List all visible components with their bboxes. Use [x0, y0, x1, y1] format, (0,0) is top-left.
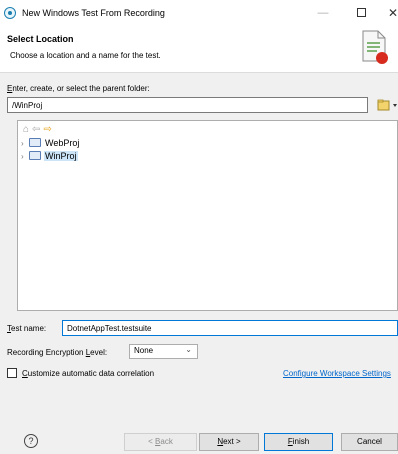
- back-button[interactable]: < Back: [124, 433, 197, 451]
- configure-workspace-settings-link[interactable]: Configure Workspace Settings: [283, 369, 391, 378]
- tree-node-label: WinProj: [44, 151, 78, 161]
- expand-chevron-icon[interactable]: ›: [21, 150, 29, 163]
- encryption-label-pre: Recording Encryption: [7, 348, 86, 357]
- tree-node-winproj[interactable]: › WinProj: [21, 150, 78, 163]
- parent-folder-input[interactable]: [7, 97, 368, 113]
- home-icon[interactable]: ⌂: [23, 124, 29, 136]
- maximize-icon: [356, 8, 366, 17]
- next-button[interactable]: Next >: [199, 433, 259, 451]
- back-button-label: ack: [160, 437, 173, 446]
- encryption-selected-value: None: [134, 346, 154, 355]
- customize-correlation-label[interactable]: Customize automatic data correlation: [22, 369, 154, 378]
- expand-chevron-icon[interactable]: ›: [21, 137, 29, 150]
- back-arrow-icon[interactable]: ⇦: [32, 124, 40, 136]
- tree-node-label: WebProj: [45, 138, 80, 148]
- encryption-level-label: Recording Encryption Level:: [7, 348, 107, 357]
- encryption-label-post: evel:: [90, 348, 108, 357]
- forward-arrow-icon[interactable]: ⇨: [43, 124, 51, 136]
- parent-folder-label: Enter, create, or select the parent fold…: [7, 84, 150, 93]
- chevron-down-icon: ⌄: [185, 345, 192, 354]
- window-title: New Windows Test From Recording: [22, 8, 165, 18]
- app-icon: [4, 7, 16, 19]
- page-title: Select Location: [7, 34, 74, 44]
- project-folder-icon: [29, 138, 41, 147]
- customize-correlation-checkbox[interactable]: [7, 368, 17, 378]
- test-name-label: Test name:: [7, 324, 46, 333]
- finish-button-label: inish: [292, 437, 310, 446]
- test-name-label-text: est name:: [11, 324, 47, 333]
- page-description: Choose a location and a name for the tes…: [10, 51, 161, 60]
- tree-toolbar: ⌂ ⇦ ⇨: [23, 124, 55, 136]
- project-folder-icon: [29, 151, 41, 160]
- customize-label-text: ustomize automatic data correlation: [27, 369, 155, 378]
- encryption-level-select[interactable]: None ⌄: [129, 344, 198, 359]
- wizard-header: Select Location Choose a location and a …: [0, 26, 398, 73]
- cancel-button[interactable]: Cancel: [341, 433, 398, 451]
- minimize-button[interactable]: —: [314, 4, 332, 22]
- finish-button[interactable]: Finish: [264, 433, 333, 451]
- title-bar: New Windows Test From Recording — ✕: [0, 0, 398, 26]
- parent-folder-label-text: nter, create, or select the parent folde…: [12, 84, 150, 93]
- close-button[interactable]: ✕: [384, 4, 398, 22]
- next-button-label: ext >: [223, 437, 241, 446]
- folder-tree[interactable]: ⌂ ⇦ ⇨ › WebProj › WinProj: [17, 120, 398, 311]
- test-document-icon: [362, 30, 388, 64]
- tree-node-webproj[interactable]: › WebProj: [21, 137, 80, 150]
- maximize-button[interactable]: [352, 4, 370, 22]
- back-button-pre: <: [148, 437, 156, 446]
- help-button[interactable]: ?: [24, 434, 38, 448]
- test-name-input[interactable]: [62, 320, 398, 336]
- new-folder-button[interactable]: [374, 97, 398, 113]
